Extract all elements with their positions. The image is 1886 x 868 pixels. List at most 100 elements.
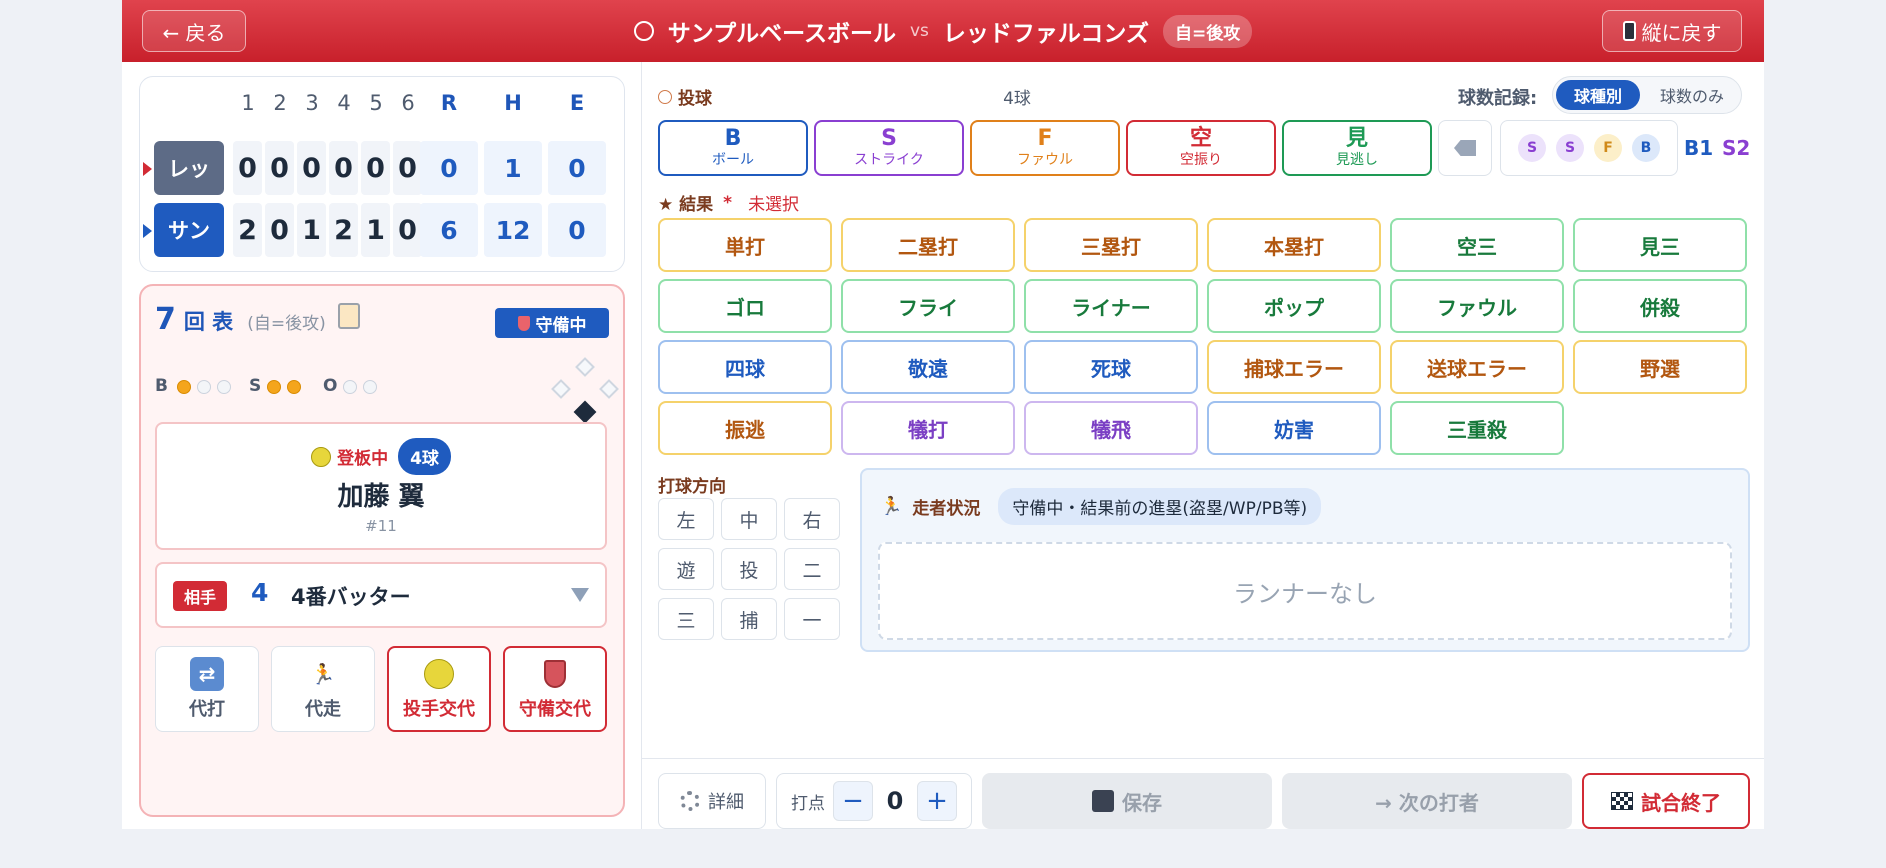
direction-button[interactable]: 一	[784, 598, 840, 640]
result-button[interactable]: 妨害	[1207, 401, 1381, 455]
pitcher-change-button[interactable]: 投手交代	[387, 646, 491, 732]
pitch-foul-button[interactable]: F ファウル	[970, 120, 1120, 176]
result-button[interactable]: 犠打	[841, 401, 1015, 455]
save-label: 保存	[1122, 790, 1162, 815]
pitch-sub: 空振り	[1180, 152, 1222, 168]
team-away-button[interactable]: レッ	[154, 141, 224, 195]
ball-count-label: B	[155, 376, 168, 396]
defense-change-label: 守備交代	[519, 699, 591, 720]
result-button[interactable]: 野選	[1573, 340, 1747, 394]
result-button[interactable]: 本塁打	[1207, 218, 1381, 272]
result-button[interactable]: ファウル	[1390, 279, 1564, 333]
backspace-button[interactable]	[1438, 120, 1492, 176]
inning-header: 3	[305, 91, 319, 115]
result-button[interactable]: フライ	[841, 279, 1015, 333]
header-bar: ← 戻る サンプルベースボール vs レッドファルコンズ 自=後攻 縦に戻す	[122, 0, 1764, 62]
direction-button[interactable]: 遊	[658, 548, 714, 590]
rotate-button[interactable]: 縦に戻す	[1602, 10, 1742, 52]
direction-button[interactable]: 三	[658, 598, 714, 640]
second-base	[575, 357, 595, 377]
result-button[interactable]: ゴロ	[658, 279, 832, 333]
rbi-stepper: 打点 − 0 +	[776, 773, 972, 829]
inning-header: 5	[369, 91, 383, 115]
pinch-runner-button[interactable]: 🏃 代走	[271, 646, 375, 732]
history-chip: F	[1594, 134, 1622, 162]
direction-button[interactable]: 右	[784, 498, 840, 540]
next-label: → 次の打者	[1375, 790, 1479, 815]
baseball-icon	[658, 89, 672, 104]
pinch-hitter-button[interactable]: ⇄ 代打	[155, 646, 259, 732]
hits-total: 1	[484, 141, 542, 195]
result-button[interactable]: 二塁打	[841, 218, 1015, 272]
result-button[interactable]: 敬遠	[841, 340, 1015, 394]
rbi-label: 打点	[791, 793, 825, 814]
result-button[interactable]: 死球	[1024, 340, 1198, 394]
pitch-section-label: 投球	[658, 84, 712, 109]
defense-change-button[interactable]: 守備交代	[503, 646, 607, 732]
end-label: 試合終了	[1641, 790, 1721, 815]
pitch-key: S	[881, 126, 897, 151]
checkered-flag-icon	[1611, 792, 1633, 810]
pitch-swinging-button[interactable]: 空 空振り	[1126, 120, 1276, 176]
inning-half: 回 表	[183, 310, 234, 334]
runner-icon: 🏃	[880, 496, 903, 517]
pitch-strike-button[interactable]: S ストライク	[814, 120, 964, 176]
history-chip: S	[1556, 134, 1584, 162]
pinch-hitter-label: 代打	[189, 699, 225, 720]
result-button[interactable]: ポップ	[1207, 279, 1381, 333]
direction-button[interactable]: 投	[721, 548, 777, 590]
out-dot	[363, 380, 377, 394]
batting-order: 4	[251, 578, 269, 607]
result-button[interactable]: 見三	[1573, 218, 1747, 272]
result-button[interactable]: ライナー	[1024, 279, 1198, 333]
scoreboard: 1 2 3 4 5 6 R H E レッ 0 0 0 0 0 0 0 1 0 サ…	[139, 76, 625, 272]
runs-total: 0	[420, 141, 478, 195]
result-button[interactable]: 犠飛	[1024, 401, 1198, 455]
result-button[interactable]: 単打	[658, 218, 832, 272]
runner-empty: ランナーなし	[878, 542, 1732, 640]
result-button[interactable]: 捕球エラー	[1207, 340, 1381, 394]
next-batter-button[interactable]: → 次の打者	[1282, 773, 1572, 829]
result-button[interactable]: 振逃	[658, 401, 832, 455]
result-button[interactable]: 三塁打	[1024, 218, 1198, 272]
defense-label: 守備中	[535, 315, 587, 336]
result-button[interactable]: 空三	[1390, 218, 1564, 272]
pitch-key: 空	[1189, 126, 1212, 151]
pitch-sub: 見逃し	[1336, 152, 1378, 168]
result-button[interactable]: 四球	[658, 340, 832, 394]
score-cell: 0	[265, 203, 294, 257]
opponent-tag: 相手	[173, 581, 227, 611]
batter-select[interactable]: 相手 4 4番バッター	[155, 562, 607, 628]
end-game-button[interactable]: 試合終了	[1582, 773, 1750, 829]
pitcher-card[interactable]: 登板中 4球 加藤 翼 #11	[155, 422, 607, 550]
direction-button[interactable]: 中	[721, 498, 777, 540]
record-count-only-option[interactable]: 球数のみ	[1647, 80, 1737, 110]
record-by-type-option[interactable]: 球種別	[1556, 80, 1640, 110]
direction-button[interactable]: 捕	[721, 598, 777, 640]
pitcher-status: 登板中	[337, 449, 389, 469]
app-window: ← 戻る サンプルベースボール vs レッドファルコンズ 自=後攻 縦に戻す 1…	[122, 0, 1764, 829]
game-status-panel: 7 回 表 (自=後攻) 守備中 B S O 登板中 4球 加藤 翼 #11 相…	[139, 284, 625, 817]
score-cell: 0	[265, 141, 294, 195]
third-base	[551, 379, 571, 399]
result-button[interactable]: 送球エラー	[1390, 340, 1564, 394]
pitch-looking-button[interactable]: 見 見逃し	[1282, 120, 1432, 176]
team-home-button[interactable]: サン	[154, 203, 224, 257]
record-mode-label: 球数記録:	[1458, 88, 1538, 109]
pitch-sub: ファウル	[1017, 152, 1073, 168]
result-button[interactable]: 三重殺	[1390, 401, 1564, 455]
direction-button[interactable]: 二	[784, 548, 840, 590]
pitch-ball-button[interactable]: B ボール	[658, 120, 808, 176]
clipboard-icon[interactable]	[337, 303, 360, 329]
rbi-minus-button[interactable]: −	[833, 781, 873, 821]
result-button[interactable]: 併殺	[1573, 279, 1747, 333]
hits-total: 12	[484, 203, 542, 257]
save-button[interactable]: 保存	[982, 773, 1272, 829]
runs-total: 6	[420, 203, 478, 257]
inning-indicator: 7 回 表 (自=後攻)	[155, 302, 360, 337]
backspace-icon	[1454, 140, 1476, 156]
rbi-plus-button[interactable]: +	[917, 781, 957, 821]
detail-button[interactable]: 詳細	[658, 773, 766, 829]
baseball-icon	[633, 21, 654, 41]
direction-button[interactable]: 左	[658, 498, 714, 540]
